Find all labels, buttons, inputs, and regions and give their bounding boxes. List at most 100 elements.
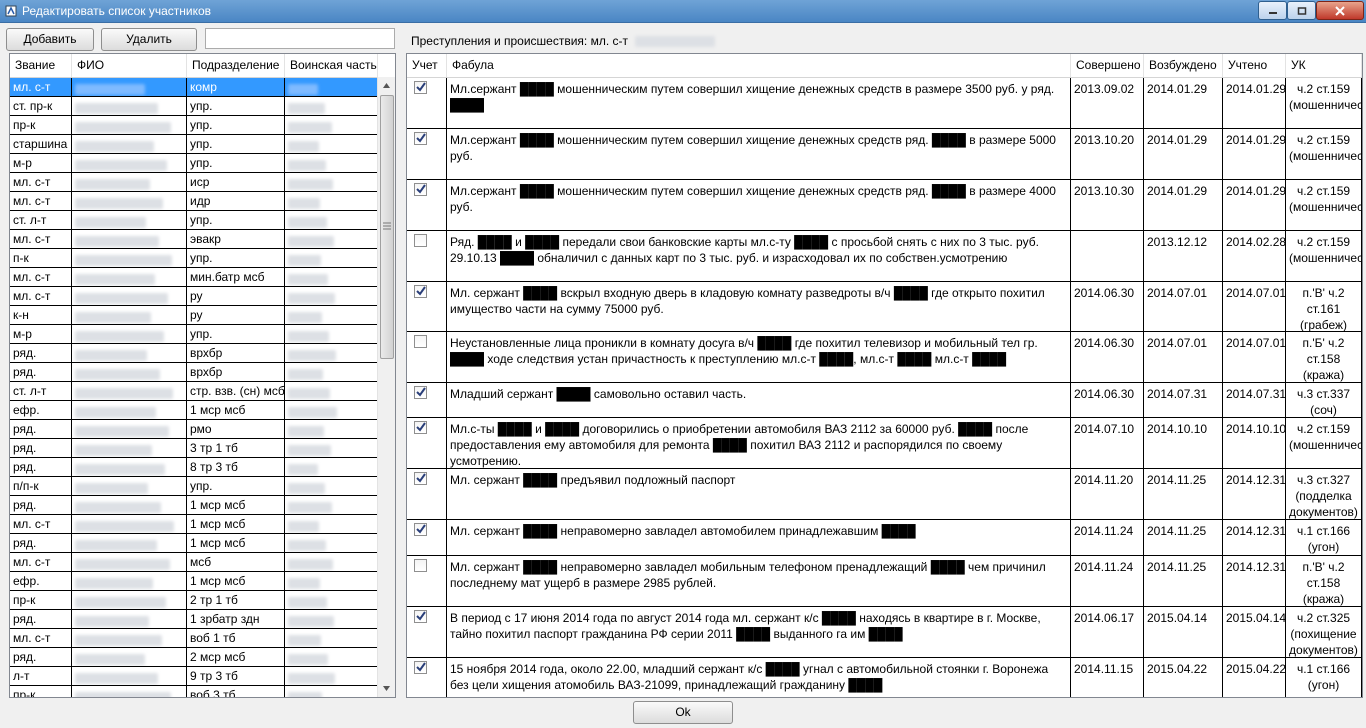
incident-row[interactable]: 15 ноября 2014 года, около 22.00, младши… [407,658,1362,697]
cell-military-unit[interactable] [285,591,378,610]
cell-unit[interactable]: воб 1 тб [187,629,285,648]
cell-rank[interactable]: мл. с-т [10,173,72,192]
cell-fio[interactable] [72,344,187,363]
participant-row[interactable]: мл. с-т 1 мср мсб [10,515,378,534]
participant-row[interactable]: ряд. 1 зрбатр здн [10,610,378,629]
cell-military-unit[interactable] [285,211,378,230]
scroll-up-icon[interactable] [378,77,395,94]
cell-registered[interactable]: 2015.04.22 [1223,658,1286,697]
cell-rank[interactable]: пр-к [10,591,72,610]
cell-rank[interactable]: п-к [10,249,72,268]
cell-military-unit[interactable] [285,249,378,268]
column-header-fabula[interactable]: Фабула [447,54,1071,77]
cell-fio[interactable] [72,477,187,496]
cell-military-unit[interactable] [285,78,378,97]
cell-rank[interactable]: мл. с-т [10,287,72,306]
cell-initiated[interactable]: 2015.04.14 [1144,607,1223,658]
cell-fabula[interactable]: Мл. сержант ████ предъявил подложный пас… [447,469,1071,520]
cell-unit[interactable]: 1 мср мсб [187,496,285,515]
cell-initiated[interactable]: 2013.12.12 [1144,231,1223,282]
cell-military-unit[interactable] [285,325,378,344]
cell-military-unit[interactable] [285,363,378,382]
participant-row[interactable]: ст. л-т стр. взв. (сн) мсб [10,382,378,401]
cell-military-unit[interactable] [285,439,378,458]
cell-fabula[interactable]: Мл.сержант ████ мошенническим путем сове… [447,78,1071,129]
participant-row[interactable]: ряд. 1 мср мсб [10,496,378,515]
column-header-military-unit[interactable]: Воинская часть [285,54,378,77]
participant-row[interactable]: п/п-к упр. [10,477,378,496]
cell-fio[interactable] [72,382,187,401]
cell-committed[interactable]: 2014.11.24 [1071,520,1144,556]
cell-registered[interactable]: 2014.12.31 [1223,556,1286,607]
participant-row[interactable]: мл. с-т ру [10,287,378,306]
cell-military-unit[interactable] [285,534,378,553]
scrollbar-thumb[interactable] [380,95,394,359]
cell-accounted[interactable] [407,282,447,332]
cell-uk[interactable]: п.'Б' ч.2 ст.158 (кража) [1286,332,1362,383]
participant-row[interactable]: мл. с-т комр [10,78,378,97]
accounted-checkbox[interactable] [414,81,427,94]
cell-unit[interactable]: 1 мср мсб [187,534,285,553]
cell-committed[interactable]: 2014.06.17 [1071,607,1144,658]
cell-military-unit[interactable] [285,629,378,648]
cell-uk[interactable]: п.'В' ч.2 ст.161 (грабеж) [1286,282,1362,332]
cell-uk[interactable]: ч.2 ст.159 (мошенничество) [1286,418,1362,469]
participant-row[interactable]: ряд. врхбр [10,344,378,363]
cell-unit[interactable]: ру [187,287,285,306]
participant-row[interactable]: мл. с-т мсб [10,553,378,572]
cell-registered[interactable]: 2014.01.29 [1223,129,1286,180]
cell-rank[interactable]: мл. с-т [10,230,72,249]
incident-row[interactable]: Мл. сержант ████ предъявил подложный пас… [407,469,1362,520]
cell-fio[interactable] [72,572,187,591]
cell-military-unit[interactable] [285,401,378,420]
participant-row[interactable]: л-т 9 тр 3 тб [10,667,378,686]
cell-unit[interactable]: 3 тр 1 тб [187,439,285,458]
cell-military-unit[interactable] [285,458,378,477]
cell-rank[interactable]: пр-к [10,116,72,135]
cell-fio[interactable] [72,97,187,116]
cell-uk[interactable]: ч.2 ст.159 (мошенничество) [1286,231,1362,282]
cell-fabula[interactable]: Мл. сержант ████ вскрыл входную дверь в … [447,282,1071,332]
incidents-table[interactable]: Учет Фабула Совершено Возбуждено Учтено … [406,53,1363,698]
cell-rank[interactable]: ряд. [10,610,72,629]
cell-fio[interactable] [72,401,187,420]
cell-military-unit[interactable] [285,648,378,667]
cell-military-unit[interactable] [285,154,378,173]
cell-committed[interactable]: 2014.11.20 [1071,469,1144,520]
cell-unit[interactable]: 1 зрбатр здн [187,610,285,629]
cell-fio[interactable] [72,648,187,667]
cell-fabula[interactable]: В период с 17 июня 2014 года по август 2… [447,607,1071,658]
cell-military-unit[interactable] [285,515,378,534]
cell-committed[interactable]: 2013.10.20 [1071,129,1144,180]
cell-fio[interactable] [72,116,187,135]
cell-rank[interactable]: ряд. [10,496,72,515]
cell-registered[interactable]: 2014.07.01 [1223,282,1286,332]
cell-accounted[interactable] [407,556,447,607]
cell-military-unit[interactable] [285,116,378,135]
participant-row[interactable]: м-р упр. [10,325,378,344]
accounted-checkbox[interactable] [414,472,427,485]
cell-committed[interactable]: 2014.06.30 [1071,383,1144,418]
cell-military-unit[interactable] [285,553,378,572]
cell-unit[interactable]: воб 3 тб [187,686,285,697]
column-header-uk[interactable]: УК [1286,54,1362,77]
cell-initiated[interactable]: 2014.11.25 [1144,520,1223,556]
minimize-button[interactable] [1258,1,1287,20]
accounted-checkbox[interactable] [414,285,427,298]
cell-military-unit[interactable] [285,97,378,116]
accounted-checkbox[interactable] [414,234,427,247]
cell-accounted[interactable] [407,607,447,658]
incident-row[interactable]: Младший сержант ████ самовольно оставил … [407,383,1362,418]
cell-fabula[interactable]: Младший сержант ████ самовольно оставил … [447,383,1071,418]
cell-accounted[interactable] [407,520,447,556]
cell-unit[interactable]: эвакр [187,230,285,249]
accounted-checkbox[interactable] [414,421,427,434]
cell-uk[interactable]: ч.3 ст.327 (подделка документов) [1286,469,1362,520]
cell-unit[interactable]: упр. [187,249,285,268]
column-header-rank[interactable]: Звание [10,54,72,77]
cell-rank[interactable]: ст. л-т [10,382,72,401]
participant-row[interactable]: старшина упр. [10,135,378,154]
incident-row[interactable]: Мл. сержант ████ неправомерно завладел а… [407,520,1362,556]
cell-committed[interactable]: 2013.09.02 [1071,78,1144,129]
cell-fio[interactable] [72,363,187,382]
